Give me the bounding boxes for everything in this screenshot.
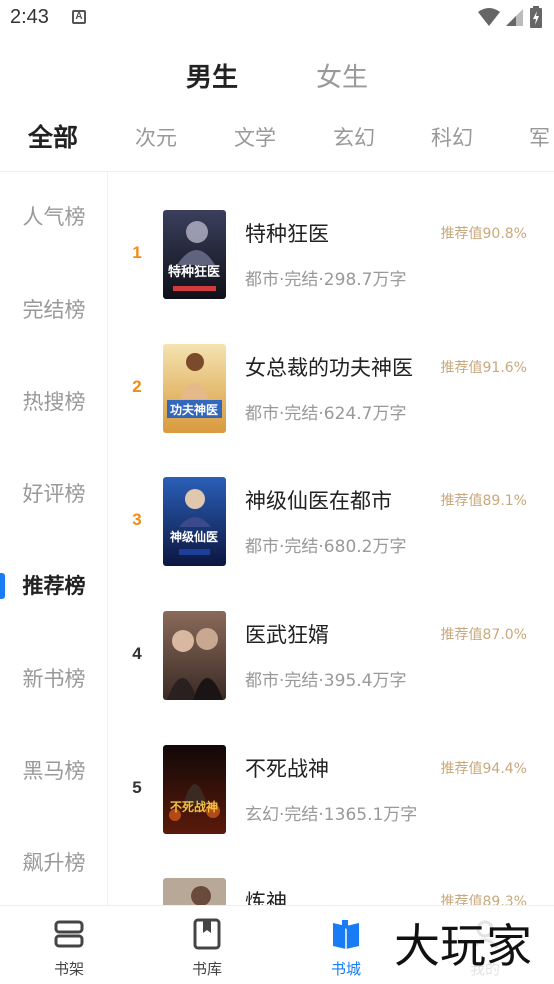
book-meta: 都市·完结·395.4万字 — [245, 671, 407, 691]
category-tab-literature[interactable]: 文学 — [234, 116, 276, 160]
nav-bookstore[interactable]: 书城 — [306, 906, 386, 984]
category-tab-ciyuan[interactable]: 次元 — [135, 116, 177, 160]
rank-number: 5 — [132, 778, 142, 797]
sidebar-item-popular[interactable]: 人气榜 — [0, 197, 108, 237]
status-time: 2:43 — [10, 6, 49, 28]
notification-a-icon: A — [72, 10, 86, 24]
nav-label: 书城 — [330, 960, 361, 978]
book-cover[interactable]: 特种狂医 — [163, 210, 226, 299]
book-row[interactable]: 1 特种狂医 特种狂医 都市·完结·298.7万字 推荐值90.8% — [109, 210, 554, 300]
category-tab-military[interactable]: 军 — [529, 116, 550, 160]
sidebar-item-good-review[interactable]: 好评榜 — [0, 474, 108, 514]
book-title: 医武狂婿 — [245, 623, 329, 647]
nav-label: 书架 — [53, 960, 84, 978]
category-tab-all[interactable]: 全部 — [28, 116, 78, 160]
recommend-score: 推荐值90.8% — [440, 226, 527, 242]
category-tabs: 全部 次元 文学 玄幻 科幻 军 — [0, 116, 554, 160]
book-meta: 都市·完结·680.2万字 — [245, 537, 407, 557]
nav-library[interactable]: 书库 — [167, 906, 247, 984]
book-meta: 都市·完结·298.7万字 — [245, 270, 407, 290]
sidebar-item-completed[interactable]: 完结榜 — [0, 290, 108, 330]
tab-female[interactable]: 女生 — [316, 58, 368, 98]
category-tab-scifi[interactable]: 科幻 — [431, 116, 473, 160]
sidebar-item-dark-horse[interactable]: 黑马榜 — [0, 751, 108, 791]
book-cover[interactable] — [163, 611, 226, 700]
recommend-score: 推荐值87.0% — [440, 627, 527, 643]
book-list: 1 特种狂医 特种狂医 都市·完结·298.7万字 推荐值90.8% 2 功夫神… — [109, 172, 554, 905]
book-title: 女总裁的功夫神医 — [245, 356, 413, 380]
book-row[interactable]: 4 医武狂婿 都市·完结·395.4万字 推荐值87.0% — [109, 611, 554, 701]
book-cover[interactable]: 不死战神 — [163, 745, 226, 834]
book-row[interactable]: 5 不死战神 不死战神 玄幻·完结·1365.1万字 推荐值94.4% — [109, 745, 554, 835]
rank-number: 3 — [132, 510, 142, 529]
wifi-icon — [478, 8, 500, 26]
rank-number: 4 — [132, 644, 142, 663]
cover-title: 神级仙医 — [170, 529, 218, 544]
sidebar-item-new-books[interactable]: 新书榜 — [0, 659, 108, 699]
gender-tabs: 男生 女生 — [0, 58, 554, 98]
book-cover[interactable] — [163, 878, 226, 905]
tab-male[interactable]: 男生 — [186, 58, 238, 98]
book-cover[interactable]: 功夫神医 — [163, 344, 226, 433]
category-tab-fantasy[interactable]: 玄幻 — [333, 116, 375, 160]
status-icons — [478, 6, 542, 28]
sidebar-item-hot-search[interactable]: 热搜榜 — [0, 382, 108, 422]
book-cover[interactable]: 神级仙医 — [163, 477, 226, 566]
signal-icon — [506, 9, 523, 26]
cover-title: 功夫神医 — [170, 402, 218, 417]
rank-number: 2 — [132, 377, 142, 396]
book-title: 特种狂医 — [245, 222, 329, 246]
book-row[interactable]: 2 功夫神医 女总裁的功夫神医 都市·完结·624.7万字 推荐值91.6% — [109, 344, 554, 434]
book-meta: 玄幻·完结·1365.1万字 — [245, 805, 418, 825]
nav-bookshelf[interactable]: 书架 — [29, 906, 109, 984]
recommend-score: 推荐值94.4% — [440, 761, 527, 777]
cover-title: 特种狂医 — [168, 264, 220, 280]
nav-label: 书库 — [191, 960, 222, 978]
book-title: 神级仙医在都市 — [245, 489, 392, 513]
status-bar: 2:43 A — [0, 0, 554, 40]
watermark-text: 大玩家 — [394, 919, 532, 973]
watermark-logo: 大玩家 — [378, 912, 548, 976]
ranking-sidebar: 人气榜 完结榜 热搜榜 好评榜 推荐榜 新书榜 黑马榜 飙升榜 — [0, 172, 108, 905]
book-title: 炼神 — [245, 890, 287, 905]
battery-icon — [530, 6, 542, 28]
book-row[interactable]: 6 炼神 推荐值89.3% — [109, 878, 554, 905]
bookshelf-icon — [54, 920, 84, 948]
recommend-score: 推荐值89.1% — [440, 493, 527, 509]
bookstore-icon — [333, 920, 359, 949]
sidebar-item-rising[interactable]: 飙升榜 — [0, 843, 108, 883]
rank-number: 1 — [132, 243, 142, 262]
recommend-score: 推荐值91.6% — [440, 360, 527, 376]
book-row[interactable]: 3 神级仙医 神级仙医在都市 都市·完结·680.2万字 推荐值89.1% — [109, 477, 554, 567]
book-title: 不死战神 — [245, 757, 329, 781]
sidebar-item-recommended[interactable]: 推荐榜 — [0, 566, 108, 606]
library-icon — [193, 918, 221, 950]
book-meta: 都市·完结·624.7万字 — [245, 404, 407, 424]
cover-title: 不死战神 — [170, 799, 218, 814]
recommend-score: 推荐值89.3% — [440, 894, 527, 905]
